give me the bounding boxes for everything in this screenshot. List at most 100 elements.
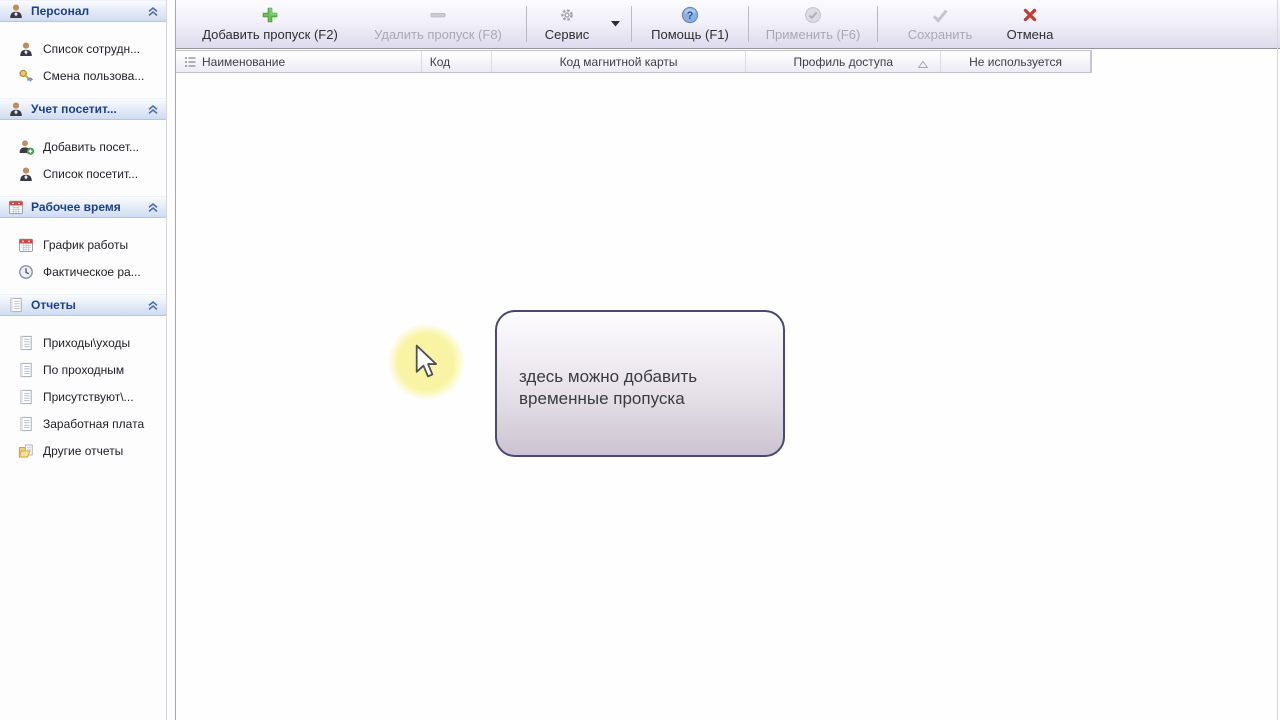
person-icon — [8, 101, 24, 117]
sidebar-item-label: Фактическое ра... — [43, 264, 141, 279]
section-title: Отчеты — [31, 298, 76, 312]
delete-pass-label: Удалить пропуск (F8) — [374, 27, 502, 42]
sidebar-item-label: Список посетит... — [43, 166, 139, 181]
service-label: Сервис — [544, 27, 590, 42]
column-label: Не используется — [969, 54, 1063, 69]
report-icon — [18, 416, 34, 432]
sidebar-section-worktime[interactable]: Рабочее время — [0, 196, 166, 218]
sidebar-item-label: Заработная плата — [43, 416, 145, 431]
sidebar-item-employee-list[interactable]: Список сотрудн... — [0, 35, 166, 62]
callout-text-line2: временные пропуска — [519, 389, 685, 408]
sidebar-section-personnel[interactable]: Персонал — [0, 0, 166, 22]
toolbar-separator — [631, 6, 632, 42]
column-label: Наименование — [202, 54, 286, 69]
save-icon — [931, 5, 949, 24]
sidebar-item-label: Другие отчеты — [43, 443, 124, 458]
section-title: Рабочее время — [31, 200, 121, 214]
column-header-name[interactable]: Наименование — [176, 51, 422, 72]
section-title: Учет посетит... — [31, 102, 117, 116]
report-icon — [8, 297, 24, 313]
sidebar-item-change-user[interactable]: Смена пользова... — [0, 62, 166, 89]
add-pass-label: Добавить пропуск (F2) — [202, 27, 338, 42]
sidebar-item-label: По проходным — [43, 362, 125, 377]
service-dropdown-button[interactable] — [603, 0, 627, 48]
folder-report-icon — [18, 443, 34, 459]
cancel-label: Отмена — [1006, 27, 1054, 42]
list-icon — [184, 55, 197, 68]
collapse-chevron-icon[interactable] — [146, 5, 160, 18]
person-icon — [8, 3, 24, 19]
toolbar-separator — [526, 6, 527, 42]
report-icon — [18, 362, 34, 378]
collapse-chevron-icon[interactable] — [146, 103, 160, 116]
sidebar-section-visitors[interactable]: Учет посетит... — [0, 98, 166, 120]
mouse-cursor-icon — [415, 344, 438, 383]
delete-pass-button[interactable]: Удалить пропуск (F8) — [354, 0, 522, 48]
help-label: Помощь (F1) — [651, 27, 729, 42]
chevron-down-icon — [610, 16, 621, 31]
sidebar-item-arrivals-departures[interactable]: Приходы\уходы — [0, 329, 166, 356]
gear-icon — [558, 5, 576, 24]
table-header: Наименование Код Код магнитной карты Про… — [176, 50, 1092, 73]
collapse-chevron-icon[interactable] — [146, 299, 160, 312]
add-pass-icon — [261, 5, 279, 24]
calendar-icon — [18, 237, 34, 253]
report-icon — [18, 389, 34, 405]
toolbar-separator — [877, 6, 878, 42]
calendar-icon — [8, 199, 24, 215]
sidebar-item-label: Список сотрудн... — [43, 41, 141, 56]
sidebar-item-by-checkpoints[interactable]: По проходным — [0, 356, 166, 383]
column-header-code[interactable]: Код — [422, 51, 492, 72]
sidebar-item-salary[interactable]: Заработная плата — [0, 410, 166, 437]
cancel-button[interactable]: Отмена — [994, 0, 1066, 48]
column-header-not-used[interactable]: Не используется — [941, 51, 1091, 72]
tutorial-callout: здесь можно добавить временные пропуска — [495, 310, 785, 457]
clock-icon — [18, 264, 34, 280]
window-right-edge — [1277, 0, 1278, 720]
callout-text-line1: здесь можно добавить — [519, 367, 698, 386]
add-pass-button[interactable]: Добавить пропуск (F2) — [186, 0, 354, 48]
column-header-magnetic-card-code[interactable]: Код магнитной карты — [492, 51, 747, 72]
person-icon — [18, 166, 34, 182]
sidebar-item-present[interactable]: Присутствуют\... — [0, 383, 166, 410]
section-title: Персонал — [31, 4, 90, 18]
sidebar-item-actual-work[interactable]: Фактическое ра... — [0, 258, 166, 285]
sidebar: Персонал Список сотрудн... Смена пользов… — [0, 0, 167, 720]
column-label: Профиль доступа — [793, 54, 894, 69]
section-list-reports: Приходы\уходы По проходным Присутствуют\… — [0, 316, 166, 473]
sidebar-item-work-schedule[interactable]: График работы — [0, 231, 166, 258]
cancel-icon — [1021, 5, 1039, 24]
sidebar-item-label: График работы — [43, 237, 129, 252]
sidebar-section-reports[interactable]: Отчеты — [0, 294, 166, 316]
section-list-worktime: График работы Фактическое ра... — [0, 218, 166, 294]
person-add-icon — [18, 139, 34, 155]
toolbar-separator — [748, 6, 749, 42]
sidebar-item-label: Приходы\уходы — [43, 335, 131, 350]
service-button[interactable]: Сервис — [531, 0, 603, 48]
apply-icon — [804, 5, 822, 24]
sidebar-item-label: Присутствуют\... — [43, 389, 134, 404]
sidebar-item-add-visitor[interactable]: Добавить посет... — [0, 133, 166, 160]
column-label: Код магнитной карты — [559, 54, 678, 69]
report-icon — [18, 335, 34, 351]
sidebar-item-visitor-list[interactable]: Список посетит... — [0, 160, 166, 187]
collapse-chevron-icon[interactable] — [146, 201, 160, 214]
sidebar-item-other-reports[interactable]: Другие отчеты — [0, 437, 166, 464]
help-button[interactable]: Помощь (F1) — [636, 0, 744, 48]
sidebar-item-label: Добавить посет... — [43, 139, 139, 154]
column-label: Код — [429, 54, 451, 69]
column-header-access-profile[interactable]: Профиль доступа — [746, 51, 942, 72]
help-icon — [681, 5, 699, 24]
toolbar: Добавить пропуск (F2) Удалить пропуск (F… — [176, 0, 1280, 49]
key-icon — [18, 68, 34, 84]
apply-label: Применить (F6) — [765, 27, 861, 42]
apply-button[interactable]: Применить (F6) — [753, 0, 873, 48]
sidebar-item-label: Смена пользова... — [43, 68, 145, 83]
person-icon — [18, 41, 34, 57]
sort-ascending-icon — [918, 58, 929, 72]
remove-pass-icon — [429, 5, 447, 24]
section-list-visitors: Добавить посет... Список посетит... — [0, 120, 166, 196]
section-list-personnel: Список сотрудн... Смена пользова... — [0, 22, 166, 98]
save-button[interactable]: Сохранить — [894, 0, 986, 48]
save-label: Сохранить — [907, 27, 973, 42]
